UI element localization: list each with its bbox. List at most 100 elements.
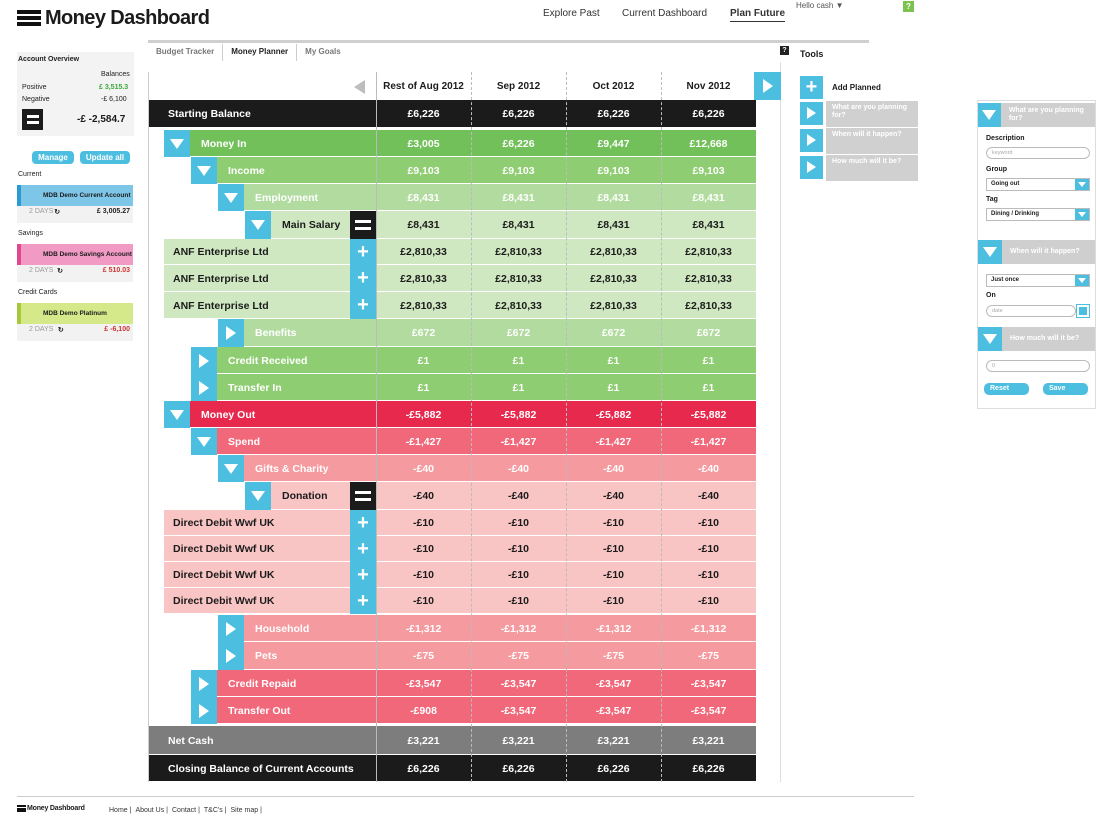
- add-item-icon[interactable]: +: [350, 588, 376, 614]
- logo-mark-icon: [17, 10, 41, 26]
- group-value: Going out: [991, 181, 1020, 187]
- collapse-arrow-icon[interactable]: [245, 211, 271, 239]
- footer-link-sitemap[interactable]: Site map |: [231, 807, 262, 814]
- row-value: £8,431: [407, 191, 440, 204]
- column-divider: [471, 72, 472, 782]
- form-q3-label: How much will it be?: [1010, 335, 1080, 342]
- app-logo[interactable]: Money Dashboard: [17, 6, 210, 30]
- refresh-icon[interactable]: ↻: [54, 208, 60, 216]
- tool-step-label: How much will it be?: [826, 155, 918, 181]
- calendar-icon[interactable]: [1076, 304, 1090, 318]
- row-value: £3,221: [692, 734, 725, 747]
- expand-arrow-icon[interactable]: [218, 642, 244, 670]
- table-row: Money In £3,005 £6,226 £9,447 £12,668: [148, 130, 756, 157]
- collapse-arrow-icon[interactable]: [191, 428, 217, 455]
- question-icon[interactable]: ?: [780, 46, 789, 55]
- equals-icon[interactable]: [350, 211, 376, 239]
- user-menu[interactable]: Hello cash ▼: [796, 1, 844, 10]
- help-icon[interactable]: ?: [903, 1, 914, 12]
- row-value: £8,431: [692, 191, 725, 204]
- frequency-select[interactable]: Just once: [986, 274, 1090, 287]
- tag-select[interactable]: Dining / Drinking: [986, 208, 1090, 221]
- account-card[interactable]: MDB Demo Savings Account 2 DAYS ↻ £ 510.03: [17, 244, 133, 282]
- add-item-icon[interactable]: +: [350, 536, 376, 562]
- footer-logo[interactable]: Money Dashboard: [17, 805, 85, 812]
- reset-button[interactable]: Reset: [984, 383, 1029, 395]
- tab-money-planner[interactable]: Money Planner: [223, 44, 298, 61]
- save-button[interactable]: Save: [1043, 383, 1088, 395]
- collapse-arrow-icon[interactable]: [218, 184, 244, 211]
- tab-my-goals[interactable]: My Goals: [297, 44, 349, 61]
- row-value: £2,810,33: [685, 272, 732, 285]
- collapse-arrow-icon[interactable]: [164, 401, 190, 428]
- row-value: £2,810,33: [495, 272, 542, 285]
- row-label: Transfer Out: [228, 704, 291, 717]
- tool-step[interactable]: [800, 101, 823, 125]
- collapse-arrow-icon[interactable]: [218, 455, 244, 482]
- logo-mark-icon: [17, 805, 26, 812]
- date-input[interactable]: date: [986, 305, 1076, 317]
- prev-period-arrow-icon[interactable]: [354, 80, 365, 94]
- add-item-icon[interactable]: +: [350, 510, 376, 536]
- row-value: £1: [417, 354, 430, 367]
- footer-link-tcs[interactable]: T&C's |: [204, 807, 227, 814]
- row-label: Starting Balance: [168, 108, 251, 120]
- nav-plan-future[interactable]: Plan Future: [730, 8, 786, 22]
- manage-button[interactable]: Manage: [32, 151, 74, 164]
- add-item-icon[interactable]: +: [350, 239, 376, 265]
- row-label: Direct Debit Wwf UK: [173, 543, 275, 555]
- next-period-arrow-icon[interactable]: [754, 72, 781, 100]
- chevron-down-icon: [978, 103, 1001, 127]
- form-section-how-much[interactable]: How much will it be?: [978, 327, 1095, 351]
- add-item-icon[interactable]: +: [350, 265, 376, 292]
- refresh-icon[interactable]: ↻: [58, 326, 64, 334]
- description-input[interactable]: keyword: [986, 147, 1090, 159]
- update-all-button[interactable]: Update all: [80, 151, 130, 164]
- column-header: Rest of Aug 2012: [383, 80, 464, 92]
- account-name-text: MDB Demo Current Account: [43, 192, 131, 199]
- form-section-what[interactable]: What are you planning for?: [978, 103, 1095, 127]
- row-label: Employment: [255, 191, 319, 204]
- account-card[interactable]: MDB Demo Platinum 2 DAYS ↻ £ -6,100: [17, 303, 133, 341]
- add-item-icon[interactable]: +: [350, 562, 376, 588]
- row-value: £8,431: [407, 219, 440, 231]
- collapse-arrow-icon[interactable]: [164, 130, 190, 157]
- nav-explore-past[interactable]: Explore Past: [543, 8, 600, 19]
- nav-current-dashboard[interactable]: Current Dashboard: [622, 8, 707, 19]
- footer-link-contact[interactable]: Contact |: [172, 807, 200, 814]
- table-row: Closing Balance of Current Accounts £6,22…: [148, 755, 756, 782]
- refresh-icon[interactable]: ↻: [57, 267, 63, 275]
- collapse-arrow-icon[interactable]: [191, 157, 217, 184]
- row-value: £9,447: [597, 137, 630, 150]
- footer-link-about[interactable]: About Us |: [135, 807, 168, 814]
- collapse-arrow-icon[interactable]: [245, 482, 271, 510]
- expand-arrow-icon[interactable]: [191, 347, 217, 374]
- table-row: + Direct Debit Wwf UK -£10 -£10 -£10 -£10: [148, 510, 756, 536]
- equals-icon[interactable]: [350, 482, 376, 510]
- row-value: -£10: [697, 517, 719, 529]
- tab-budget-tracker[interactable]: Budget Tracker: [148, 44, 224, 61]
- row-label: Direct Debit Wwf UK: [173, 569, 275, 581]
- row-value: -£1,312: [500, 622, 537, 635]
- row-value: £1: [607, 381, 620, 394]
- row-label: ANF Enterprise Ltd: [173, 246, 269, 258]
- row-value: £2,810,33: [400, 299, 447, 312]
- expand-arrow-icon[interactable]: [191, 374, 217, 401]
- expand-arrow-icon[interactable]: [191, 697, 217, 724]
- form-section-when[interactable]: When will it happen?: [978, 240, 1095, 264]
- tool-step-label: When will it happen?: [826, 128, 918, 154]
- account-card[interactable]: MDB Demo Current Account 2 DAYS ↻ £ 3,005.2…: [17, 185, 133, 223]
- add-item-icon[interactable]: +: [350, 292, 376, 319]
- footer-link-home[interactable]: Home |: [109, 807, 131, 814]
- row-value: £672: [601, 327, 626, 339]
- add-planned-tool[interactable]: + Add Planned: [800, 75, 881, 99]
- group-select[interactable]: Going out: [986, 178, 1090, 191]
- tool-step[interactable]: [800, 128, 823, 152]
- row-value: -£10: [602, 595, 624, 607]
- expand-arrow-icon[interactable]: [218, 319, 244, 347]
- tool-step[interactable]: [800, 155, 823, 179]
- expand-arrow-icon[interactable]: [191, 670, 217, 697]
- amount-input[interactable]: 0: [986, 360, 1090, 372]
- expand-arrow-icon[interactable]: [218, 615, 244, 642]
- row-label: Main Salary: [282, 219, 341, 231]
